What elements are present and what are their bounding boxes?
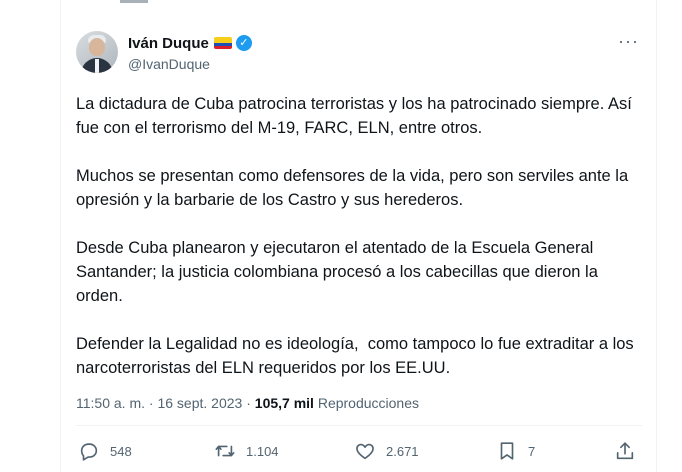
bookmark-count: 7 <box>528 443 536 459</box>
author-name[interactable]: Iván Duque <box>128 35 209 52</box>
views-count[interactable]: 105,7 mil <box>255 395 314 411</box>
author-info: Iván Duque ✓ @IvanDuque <box>128 33 252 72</box>
retweet-count: 1.104 <box>246 443 279 459</box>
retweet-button[interactable]: 1.104 <box>214 440 279 462</box>
author-handle[interactable]: @IvanDuque <box>128 56 252 72</box>
retweet-icon <box>215 445 235 457</box>
tweet-time[interactable]: 11:50 a. m. <box>76 395 145 411</box>
more-options-icon[interactable]: ··· <box>618 32 638 51</box>
colombia-flag-icon <box>213 37 232 49</box>
like-button[interactable]: 2.671 <box>354 440 419 462</box>
tweet-text: La dictadura de Cuba patrocina terrorist… <box>76 92 648 380</box>
share-button[interactable] <box>614 440 646 462</box>
avatar[interactable] <box>76 31 118 73</box>
tweet-header: Iván Duque ✓ @IvanDuque ··· <box>76 29 646 77</box>
share-icon <box>616 442 634 460</box>
tweet-paragraph: La dictadura de Cuba patrocina terrorist… <box>76 95 637 137</box>
like-count: 2.671 <box>386 443 419 459</box>
verified-badge-icon[interactable]: ✓ <box>235 35 252 51</box>
reply-icon <box>80 443 98 461</box>
tweet-metadata: 11:50 a. m. · 16 sept. 2023 · 105,7 mil … <box>76 395 419 411</box>
tweet-date[interactable]: 16 sept. 2023 <box>157 395 242 411</box>
heart-icon <box>356 443 374 460</box>
reply-button[interactable]: 548 <box>78 440 132 462</box>
divider <box>76 425 642 426</box>
bookmark-button[interactable]: 7 <box>496 440 535 462</box>
meta-separator: · <box>148 395 154 411</box>
views-label: Reproducciones <box>317 395 419 411</box>
meta-separator: · <box>246 395 251 411</box>
action-bar: 548 1.104 2.671 7 <box>78 440 648 470</box>
previous-tweet-fragment <box>120 0 148 3</box>
reply-count: 548 <box>110 443 132 459</box>
tweet-paragraph: Muchos se presentan como defensores de l… <box>76 167 633 209</box>
tweet-paragraph: Desde Cuba planearon y ejecutaron el ate… <box>76 239 603 305</box>
bookmark-icon <box>500 442 514 460</box>
tweet-paragraph: Defender la Legalidad no es ideología, c… <box>76 335 639 377</box>
